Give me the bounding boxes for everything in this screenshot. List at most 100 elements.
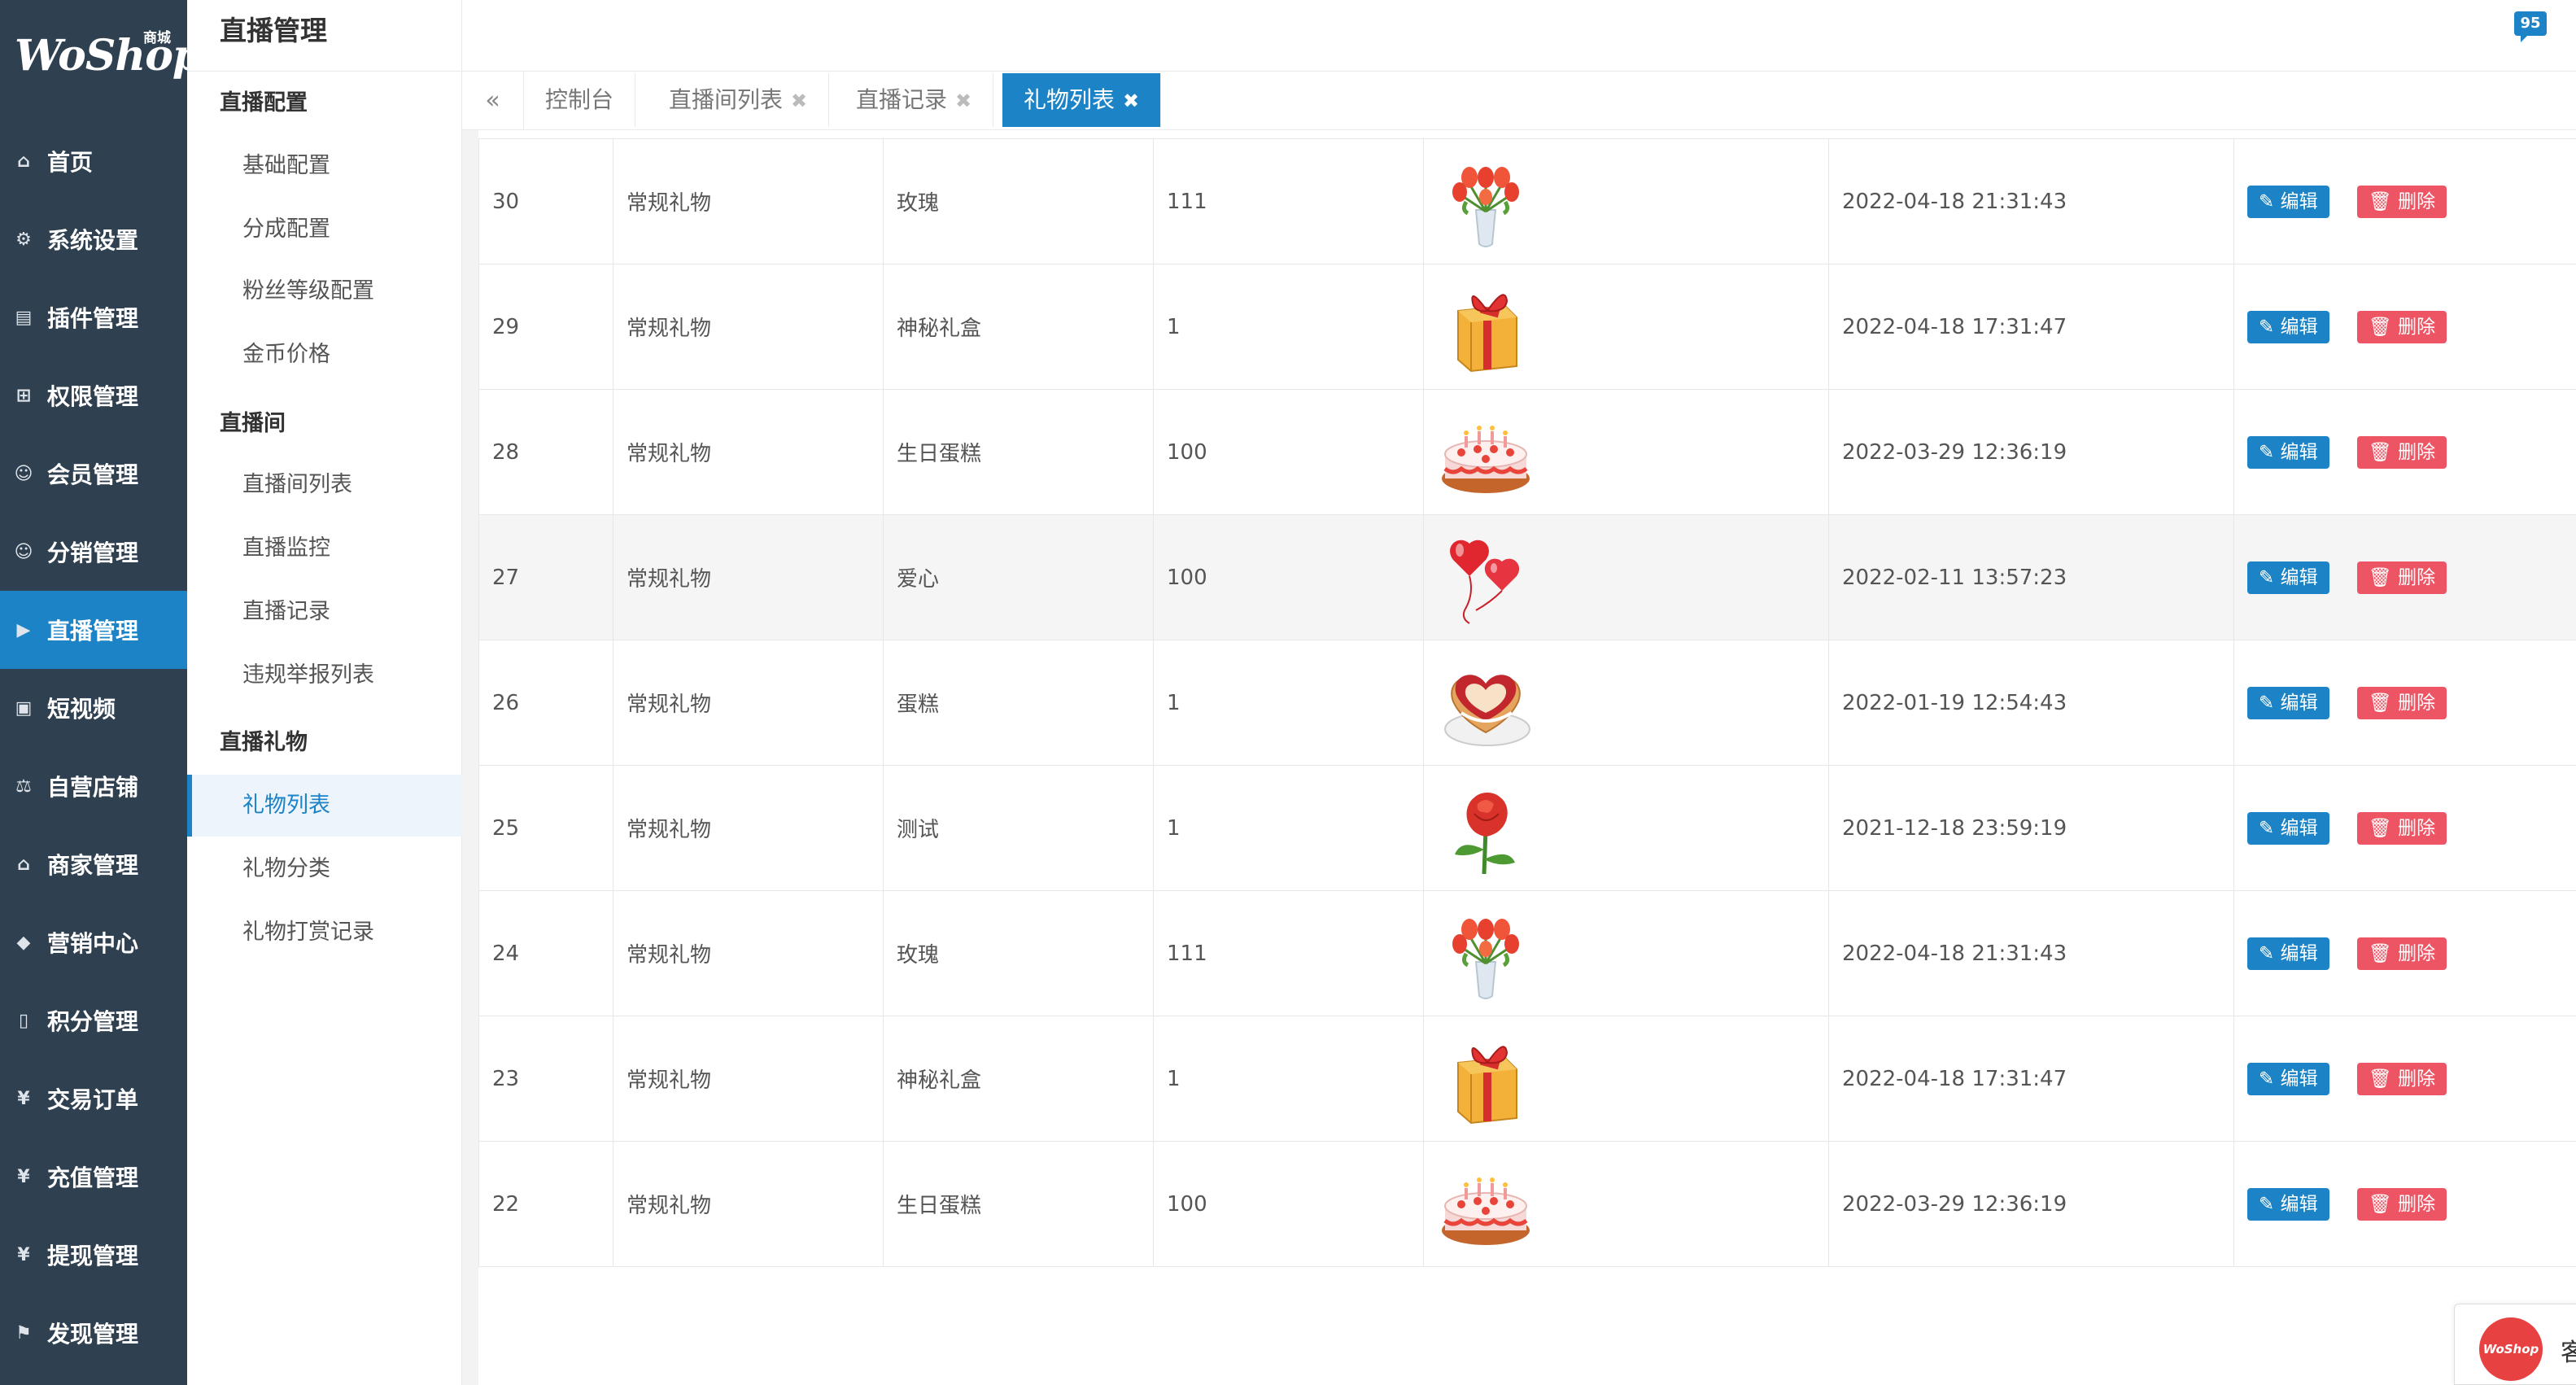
pencil-icon: ✎: [2259, 190, 2281, 212]
cell-id: 24: [478, 890, 613, 1016]
edit-button[interactable]: ✎ 编辑: [2247, 1187, 2329, 1221]
pencil-icon: ✎: [2259, 817, 2281, 839]
edit-button[interactable]: ✎ 编辑: [2247, 1062, 2329, 1095]
edit-button[interactable]: ✎ 编辑: [2247, 310, 2329, 343]
menu-item-gift-reward-records[interactable]: 礼物打赏记录: [187, 902, 462, 963]
delete-button[interactable]: 🗑︎ 删除: [2356, 1062, 2447, 1095]
edit-button[interactable]: ✎ 编辑: [2247, 435, 2329, 469]
menu-group-live-room: 直播间: [220, 411, 286, 436]
edit-button[interactable]: ✎ 编辑: [2247, 185, 2329, 218]
logo-text: WoShop: [15, 31, 202, 81]
tab-live-records[interactable]: 直播记录 ✖: [835, 73, 994, 127]
cell-price: 1: [1153, 765, 1424, 891]
menu-item-violation-reports[interactable]: 违规举报列表: [187, 644, 462, 706]
balance-icon: ⚖: [15, 776, 32, 797]
table-row: 23 常规礼物 神秘礼盒 1 2022-04-18 17:31:47 ✎ 编辑 🗑︎ 删除: [478, 1016, 2576, 1142]
menu-item-live-monitor[interactable]: 直播监控: [187, 518, 462, 579]
tab-dashboard[interactable]: 控制台: [524, 73, 636, 127]
cell-created-time: 2021-12-18 23:59:19: [1828, 765, 2234, 891]
cell-image: [1423, 1016, 1829, 1142]
cell-id: 25: [478, 765, 613, 891]
file-icon: ▯: [18, 1010, 29, 1031]
delete-button[interactable]: 🗑︎ 删除: [2356, 686, 2447, 719]
nav-item-3[interactable]: ⊞ 权限管理: [0, 356, 187, 435]
delete-button[interactable]: 🗑︎ 删除: [2356, 310, 2447, 343]
nav-item-13[interactable]: ¥ 充值管理: [0, 1138, 187, 1216]
edit-button[interactable]: ✎ 编辑: [2247, 561, 2329, 594]
nav-item-9[interactable]: ⌂ 商家管理: [0, 825, 187, 903]
home-icon: ⌂: [17, 151, 30, 172]
tab-gift-list[interactable]: 礼物列表 ✖: [1002, 73, 1162, 127]
cell-actions: ✎ 编辑 🗑︎ 删除: [2233, 640, 2576, 766]
app-root: WoShop 商城 ⌂ 首页 ⚙ 系统设置 ▤ 插件管理 ⊞ 权限管理 ☺ 会员管理 ☺ 分销管理 ▶ 直…: [0, 0, 2576, 1385]
nav-item-label: 系统设置: [47, 227, 139, 254]
nav-item-2[interactable]: ▤ 插件管理: [0, 278, 187, 356]
nav-item-label: 权限管理: [47, 383, 139, 410]
gift-table-panel: 30 常规礼物 玫瑰 111 2022-04-18 21:31:43 ✎ 编辑 🗑︎ 删除 2…: [478, 130, 2576, 1385]
nav-item-7[interactable]: ▣ 短视频: [0, 669, 187, 747]
edit-button[interactable]: ✎ 编辑: [2247, 686, 2329, 719]
gear-icon: ⚙: [15, 229, 32, 250]
trash-icon: 🗑︎: [2368, 692, 2399, 714]
nav-item-0[interactable]: ⌂ 首页: [0, 122, 187, 200]
nav-item-11[interactable]: ▯ 积分管理: [0, 981, 187, 1060]
delete-button[interactable]: 🗑︎ 删除: [2356, 1187, 2447, 1221]
menu-item-gift-list[interactable]: 礼物列表: [187, 775, 462, 837]
tulip-vase-icon: [1437, 153, 1828, 251]
plugin-icon: ▤: [15, 307, 33, 328]
delete-button[interactable]: 🗑︎ 删除: [2356, 811, 2447, 845]
menu-item-live-records[interactable]: 直播记录: [187, 581, 462, 643]
yen-icon: ¥: [17, 1244, 30, 1265]
edit-button[interactable]: ✎ 编辑: [2247, 937, 2329, 970]
nav-item-8[interactable]: ⚖ 自营店铺: [0, 747, 187, 825]
tab-label: 直播间列表: [669, 86, 784, 113]
tabs-scroll-left-icon[interactable]: «: [462, 72, 524, 130]
tab-live-room-list[interactable]: 直播间列表 ✖: [648, 73, 830, 127]
yen-icon: ¥: [17, 1088, 30, 1109]
menu-item-fan-level-config[interactable]: 粉丝等级配置: [187, 260, 462, 322]
secondary-sidebar-title: 直播管理: [187, 0, 462, 72]
message-count-badge[interactable]: 95: [2514, 11, 2547, 42]
nav-item-5[interactable]: ☺ 分销管理: [0, 513, 187, 591]
gift-box-icon: [1437, 278, 1828, 376]
nav-item-10[interactable]: ◆ 营销中心: [0, 903, 187, 981]
nav-item-12[interactable]: ¥ 交易订单: [0, 1060, 187, 1138]
sitemap-icon: ⊞: [15, 385, 32, 406]
menu-item-live-room-list[interactable]: 直播间列表: [187, 454, 462, 516]
cell-created-time: 2022-03-29 12:36:19: [1828, 1141, 2234, 1267]
delete-button[interactable]: 🗑︎ 删除: [2356, 185, 2447, 218]
pencil-icon: ✎: [2259, 942, 2281, 964]
cell-actions: ✎ 编辑 🗑︎ 删除: [2233, 765, 2576, 891]
menu-item-coin-price[interactable]: 金币价格: [187, 324, 462, 386]
customer-service-widget[interactable]: WoShop 客: [2454, 1304, 2576, 1385]
pencil-icon: ✎: [2259, 1193, 2281, 1215]
nav-item-15[interactable]: ⚑ 发现管理: [0, 1294, 187, 1372]
delete-button[interactable]: 🗑︎ 删除: [2356, 937, 2447, 970]
nav-item-1[interactable]: ⚙ 系统设置: [0, 200, 187, 278]
close-icon[interactable]: ✖: [791, 90, 807, 112]
brand-logo[interactable]: WoShop 商城: [15, 23, 202, 96]
tab-label: 控制台: [545, 86, 614, 113]
nav-item-4[interactable]: ☺ 会员管理: [0, 435, 187, 513]
heart-balloons-icon: [1437, 529, 1828, 627]
menu-item-basic-config[interactable]: 基础配置: [187, 135, 462, 197]
edit-button[interactable]: ✎ 编辑: [2247, 811, 2329, 845]
edit-button-label: 编辑: [2280, 942, 2318, 964]
close-icon[interactable]: ✖: [955, 90, 971, 112]
table-row: 29 常规礼物 神秘礼盒 1 2022-04-18 17:31:47 ✎ 编辑 🗑︎ 删除: [478, 264, 2576, 390]
cell-name: 玫瑰: [883, 890, 1154, 1016]
menu-item-gift-category[interactable]: 礼物分类: [187, 838, 462, 900]
nav-item-label: 交易订单: [47, 1086, 139, 1113]
menu-item-revenue-share-config[interactable]: 分成配置: [187, 199, 462, 260]
nav-item-14[interactable]: ¥ 提现管理: [0, 1216, 187, 1294]
nav-item-label: 自营店铺: [47, 774, 139, 801]
pencil-icon: ✎: [2259, 1068, 2281, 1090]
close-icon[interactable]: ✖: [1123, 90, 1139, 112]
delete-button[interactable]: 🗑︎ 删除: [2356, 561, 2447, 594]
delete-button[interactable]: 🗑︎ 删除: [2356, 435, 2447, 469]
nav-item-6[interactable]: ▶ 直播管理: [0, 591, 187, 669]
cell-id: 28: [478, 389, 613, 515]
nav-item-label: 发现管理: [47, 1321, 139, 1348]
cell-created-time: 2022-03-29 12:36:19: [1828, 389, 2234, 515]
table-row: 28 常规礼物 生日蛋糕 100 2022-03-29 12:36:19 ✎ 编辑 🗑︎ 删…: [478, 389, 2576, 515]
